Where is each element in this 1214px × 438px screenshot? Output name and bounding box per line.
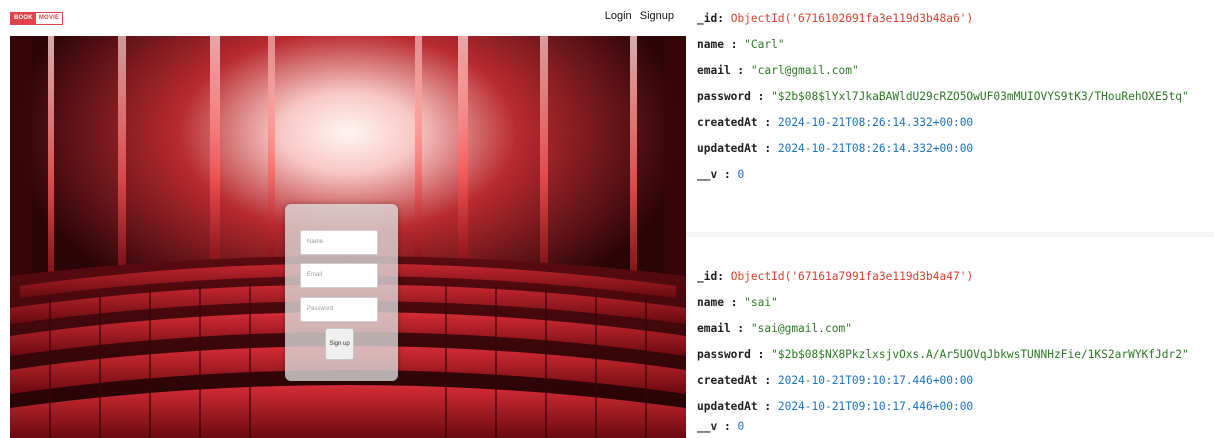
document-divider — [686, 232, 1214, 237]
logo-part-movie: MOVIE — [35, 13, 63, 24]
field-updated-at: updatedAt : 2024-10-21T08:26:14.332+00:0… — [697, 142, 974, 155]
signup-link[interactable]: Signup — [640, 10, 674, 22]
field-updated-at: updatedAt : 2024-10-21T09:10:17.446+00:0… — [697, 400, 974, 413]
field-value[interactable]: 2024-10-21T09:10:17.446+00:00 — [778, 400, 973, 413]
field-version: __v : 0 — [697, 168, 745, 181]
email-input[interactable]: Email — [300, 263, 378, 288]
field-key: name — [697, 296, 724, 309]
field-value[interactable]: ObjectId('67161a7991fa3e119d3b4a47') — [731, 270, 973, 283]
field-created-at: createdAt : 2024-10-21T09:10:17.446+00:0… — [697, 374, 974, 387]
field-value[interactable]: ObjectId('6716102691fa3e119d3b48a6') — [731, 12, 973, 25]
field-key: email — [697, 64, 731, 77]
field-value[interactable]: "carl@gmail.com" — [751, 64, 859, 77]
name-input[interactable]: Name — [300, 230, 378, 255]
field-key: updatedAt — [697, 400, 758, 413]
field-value[interactable]: 0 — [737, 420, 744, 433]
database-document-list: _id: ObjectId('6716102691fa3e119d3b48a6'… — [686, 0, 1214, 438]
field-password: password : "$2b$08$lYxl7JkaBAWldU29cRZO5… — [697, 90, 1189, 103]
brand-logo[interactable]: BOOK MOVIE — [10, 12, 64, 25]
field-value[interactable]: "sai@gmail.com" — [751, 322, 852, 335]
password-input[interactable]: Password — [300, 297, 378, 322]
field-value[interactable]: 2024-10-21T08:26:14.332+00:00 — [778, 142, 973, 155]
field-id: _id: ObjectId('67161a7991fa3e119d3b4a47'… — [697, 270, 974, 283]
field-value[interactable]: 0 — [737, 168, 744, 181]
field-value[interactable]: 2024-10-21T08:26:14.332+00:00 — [778, 116, 973, 129]
field-name: name : "Carl" — [697, 38, 785, 51]
field-key: __v — [697, 420, 718, 433]
field-value[interactable]: 2024-10-21T09:10:17.446+00:00 — [778, 374, 973, 387]
field-key: __v — [697, 168, 718, 181]
field-password: password : "$2b$08$NX8PkzlxsjvOxs.A/Ar5U… — [697, 348, 1189, 361]
field-key: _id — [697, 270, 718, 283]
nav-links: Login Signup — [600, 10, 674, 22]
field-value[interactable]: "Carl" — [744, 38, 784, 51]
field-value[interactable]: "$2b$08$NX8PkzlxsjvOxs.A/Ar5UOVqJbkwsTUN… — [771, 348, 1189, 361]
field-key: password — [697, 90, 751, 103]
field-email: email : "sai@gmail.com" — [697, 322, 852, 335]
signup-form-card: Name Email Password Sign up — [285, 204, 398, 381]
sign-up-button[interactable]: Sign up — [325, 328, 354, 360]
field-value[interactable]: "$2b$08$lYxl7JkaBAWldU29cRZO5OwUF03mMUIO… — [771, 90, 1189, 103]
field-key: createdAt — [697, 116, 758, 129]
field-key: updatedAt — [697, 142, 758, 155]
field-id: _id: ObjectId('6716102691fa3e119d3b48a6'… — [697, 12, 974, 25]
field-key: createdAt — [697, 374, 758, 387]
movie-app-window: BOOK MOVIE Login Signup Name Email Passw… — [0, 0, 686, 438]
navbar: BOOK MOVIE Login Signup — [0, 0, 686, 36]
field-email: email : "carl@gmail.com" — [697, 64, 859, 77]
field-key: name — [697, 38, 724, 51]
field-key: password — [697, 348, 751, 361]
field-value[interactable]: "sai" — [744, 296, 778, 309]
field-version: __v : 0 — [697, 420, 745, 433]
field-key: email — [697, 322, 731, 335]
field-name: name : "sai" — [697, 296, 778, 309]
login-link[interactable]: Login — [605, 10, 632, 22]
field-created-at: createdAt : 2024-10-21T08:26:14.332+00:0… — [697, 116, 974, 129]
logo-part-book: BOOK — [11, 13, 36, 24]
field-key: _id — [697, 12, 718, 25]
